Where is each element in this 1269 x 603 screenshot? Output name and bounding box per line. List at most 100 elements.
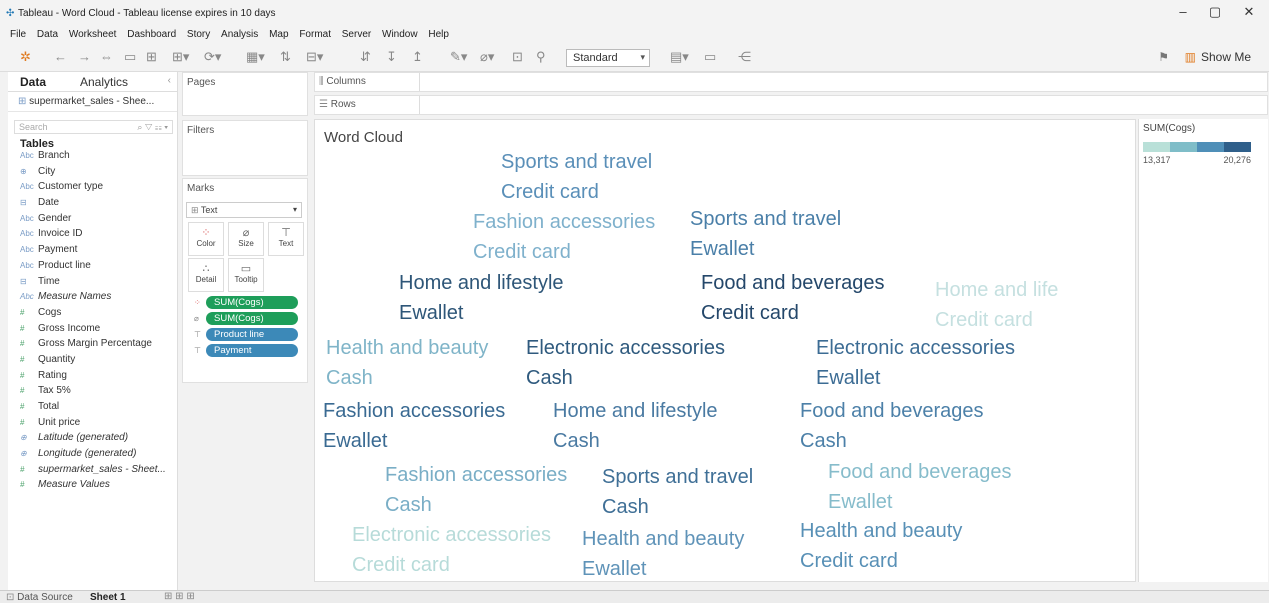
- menu-help[interactable]: Help: [428, 28, 449, 42]
- field-item[interactable]: ⊕ Longitude (generated): [8, 448, 177, 464]
- word-cloud-mark[interactable]: Home and life Credit card: [935, 275, 1058, 335]
- menu-data[interactable]: Data: [37, 28, 58, 42]
- maximize-button[interactable]: ▢: [1200, 4, 1230, 20]
- view-canvas[interactable]: Word Cloud Sports and travel Credit card F…: [314, 119, 1136, 582]
- word-cloud-mark[interactable]: Electronic accessories Ewallet: [816, 333, 1015, 393]
- swap-rows-icon[interactable]: ⇅: [280, 49, 291, 65]
- undo-icon[interactable]: ←: [54, 49, 67, 64]
- menu-server[interactable]: Server: [342, 28, 371, 42]
- tooltip-button[interactable]: ▭ Tooltip: [228, 258, 264, 292]
- rows-shelf[interactable]: ☰ Rows: [314, 95, 1268, 115]
- sort-icon[interactable]: ⇵: [360, 49, 371, 65]
- color-button[interactable]: ⁘ Color: [188, 222, 224, 256]
- highlight-icon[interactable]: ✎▾: [450, 49, 467, 65]
- data-source-tab[interactable]: ⊡ Data Source: [6, 592, 73, 603]
- chart-icon[interactable]: ▦▾: [246, 49, 265, 65]
- field-item[interactable]: Abc Measure Names: [8, 291, 177, 307]
- word-cloud-mark[interactable]: Sports and travel Credit card: [501, 147, 652, 207]
- word-cloud-mark[interactable]: Fashion accessories Cash: [385, 460, 567, 520]
- tableau-home-icon[interactable]: ✲: [20, 49, 31, 65]
- field-item[interactable]: # Gross Income: [8, 323, 177, 339]
- menu-map[interactable]: Map: [269, 28, 288, 42]
- new-sheet-icon[interactable]: ⊞▾: [172, 49, 189, 65]
- field-item[interactable]: ⊕ Latitude (generated): [8, 432, 177, 448]
- new-datasource-icon[interactable]: ⊞: [146, 49, 157, 65]
- pin-axes-icon[interactable]: ⚲: [536, 49, 546, 65]
- collapse-panel-icon[interactable]: ‹: [168, 75, 171, 86]
- field-item[interactable]: ⊟ Date: [8, 197, 177, 213]
- menu-file[interactable]: File: [10, 28, 26, 42]
- tab-analytics[interactable]: Analytics: [80, 75, 128, 89]
- presentation-icon[interactable]: ▭: [704, 49, 716, 65]
- field-item[interactable]: Abc Payment: [8, 244, 177, 260]
- field-item[interactable]: Abc Branch: [8, 150, 177, 166]
- word-cloud-mark[interactable]: Fashion accessories Ewallet: [323, 396, 505, 456]
- save-icon[interactable]: ▭: [124, 49, 136, 65]
- word-cloud-mark[interactable]: Electronic accessories Credit card: [352, 520, 551, 580]
- menu-story[interactable]: Story: [187, 28, 210, 42]
- legend-color-ramp[interactable]: [1143, 142, 1251, 152]
- datasource-item[interactable]: ⊞ supermarket_sales - Shee...: [8, 92, 177, 112]
- field-item[interactable]: # Total: [8, 401, 177, 417]
- field-item[interactable]: Abc Invoice ID: [8, 228, 177, 244]
- menu-worksheet[interactable]: Worksheet: [69, 28, 117, 42]
- search-icon[interactable]: ⌕ ▽ ☷ ▾: [137, 122, 168, 133]
- pill-sum-cogs-color[interactable]: SUM(Cogs): [206, 296, 298, 309]
- sheet-tab[interactable]: Sheet 1: [90, 592, 126, 603]
- menu-format[interactable]: Format: [299, 28, 331, 42]
- word-cloud-mark[interactable]: Home and lifestyle Ewallet: [399, 268, 564, 328]
- comment-icon[interactable]: ⚑: [1158, 50, 1169, 64]
- field-item[interactable]: # Gross Margin Percentage: [8, 338, 177, 354]
- filters-card[interactable]: Filters: [182, 120, 308, 176]
- field-item[interactable]: Abc Product line: [8, 260, 177, 276]
- size-button[interactable]: ⌀ Size: [228, 222, 264, 256]
- pin-icon[interactable]: ⌀▾: [480, 49, 494, 65]
- menu-analysis[interactable]: Analysis: [221, 28, 258, 42]
- group-icon[interactable]: ⊟▾: [306, 49, 323, 65]
- field-item[interactable]: ⊕ City: [8, 166, 177, 182]
- sort-desc-icon[interactable]: ↥: [412, 49, 423, 65]
- redo-icon[interactable]: →: [78, 49, 91, 64]
- pill-sum-cogs-size[interactable]: SUM(Cogs): [206, 312, 298, 325]
- field-item[interactable]: # Rating: [8, 370, 177, 386]
- field-item[interactable]: ⊟ Time: [8, 276, 177, 292]
- show-me-button[interactable]: ▥ Show Me: [1185, 50, 1251, 64]
- field-item[interactable]: Abc Customer type: [8, 181, 177, 197]
- field-item[interactable]: # Cogs: [8, 307, 177, 323]
- word-cloud-mark[interactable]: Food and beverages Ewallet: [828, 457, 1011, 517]
- field-item[interactable]: Abc Gender: [8, 213, 177, 229]
- text-button[interactable]: ⊤ Text: [268, 222, 304, 256]
- share-icon[interactable]: ⋲: [738, 49, 751, 65]
- word-cloud-mark[interactable]: Home and lifestyle Cash: [553, 396, 718, 456]
- search-input[interactable]: Search ⌕ ▽ ☷ ▾: [14, 120, 173, 134]
- fit-select[interactable]: Standard ▾: [566, 49, 650, 67]
- mark-type-select[interactable]: ⊞ Text ▾: [186, 202, 302, 218]
- field-item[interactable]: # Tax 5%: [8, 385, 177, 401]
- word-cloud-mark[interactable]: Sports and travel Ewallet: [690, 204, 841, 264]
- field-item[interactable]: # supermarket_sales - Sheet...: [8, 464, 177, 480]
- field-item[interactable]: # Unit price: [8, 417, 177, 433]
- word-cloud-mark[interactable]: Health and beauty Credit card: [800, 516, 962, 576]
- word-cloud-mark[interactable]: Sports and travel Cash: [602, 462, 753, 522]
- tab-data[interactable]: Data: [20, 75, 46, 89]
- word-cloud-mark[interactable]: Health and beauty Cash: [326, 333, 488, 393]
- menu-dashboard[interactable]: Dashboard: [127, 28, 176, 42]
- word-cloud-mark[interactable]: Electronic accessories Cash: [526, 333, 725, 393]
- pill-payment[interactable]: Payment: [206, 344, 298, 357]
- word-cloud-mark[interactable]: Food and beverages Credit card: [701, 268, 884, 328]
- pages-card[interactable]: Pages: [182, 72, 308, 116]
- cards-icon[interactable]: ▤▾: [670, 49, 689, 65]
- menu-window[interactable]: Window: [382, 28, 418, 42]
- pill-product-line[interactable]: Product line: [206, 328, 298, 341]
- swap-icon[interactable]: ⇔: [100, 49, 113, 64]
- word-cloud-mark[interactable]: Fashion accessories Credit card: [473, 207, 655, 267]
- detail-button[interactable]: ∴ Detail: [188, 258, 224, 292]
- sort-asc-icon[interactable]: ↧: [386, 49, 397, 65]
- field-item[interactable]: # Quantity: [8, 354, 177, 370]
- word-cloud-mark[interactable]: Food and beverages Cash: [800, 396, 983, 456]
- labels-icon[interactable]: ⊡: [512, 49, 523, 65]
- close-button[interactable]: ✕: [1234, 4, 1264, 20]
- new-sheet-tabs-icons[interactable]: ⊞ ⊞ ⊞: [164, 591, 195, 602]
- columns-shelf[interactable]: ⫼ Columns: [314, 72, 1268, 92]
- refresh-icon[interactable]: ⟳▾: [204, 49, 221, 65]
